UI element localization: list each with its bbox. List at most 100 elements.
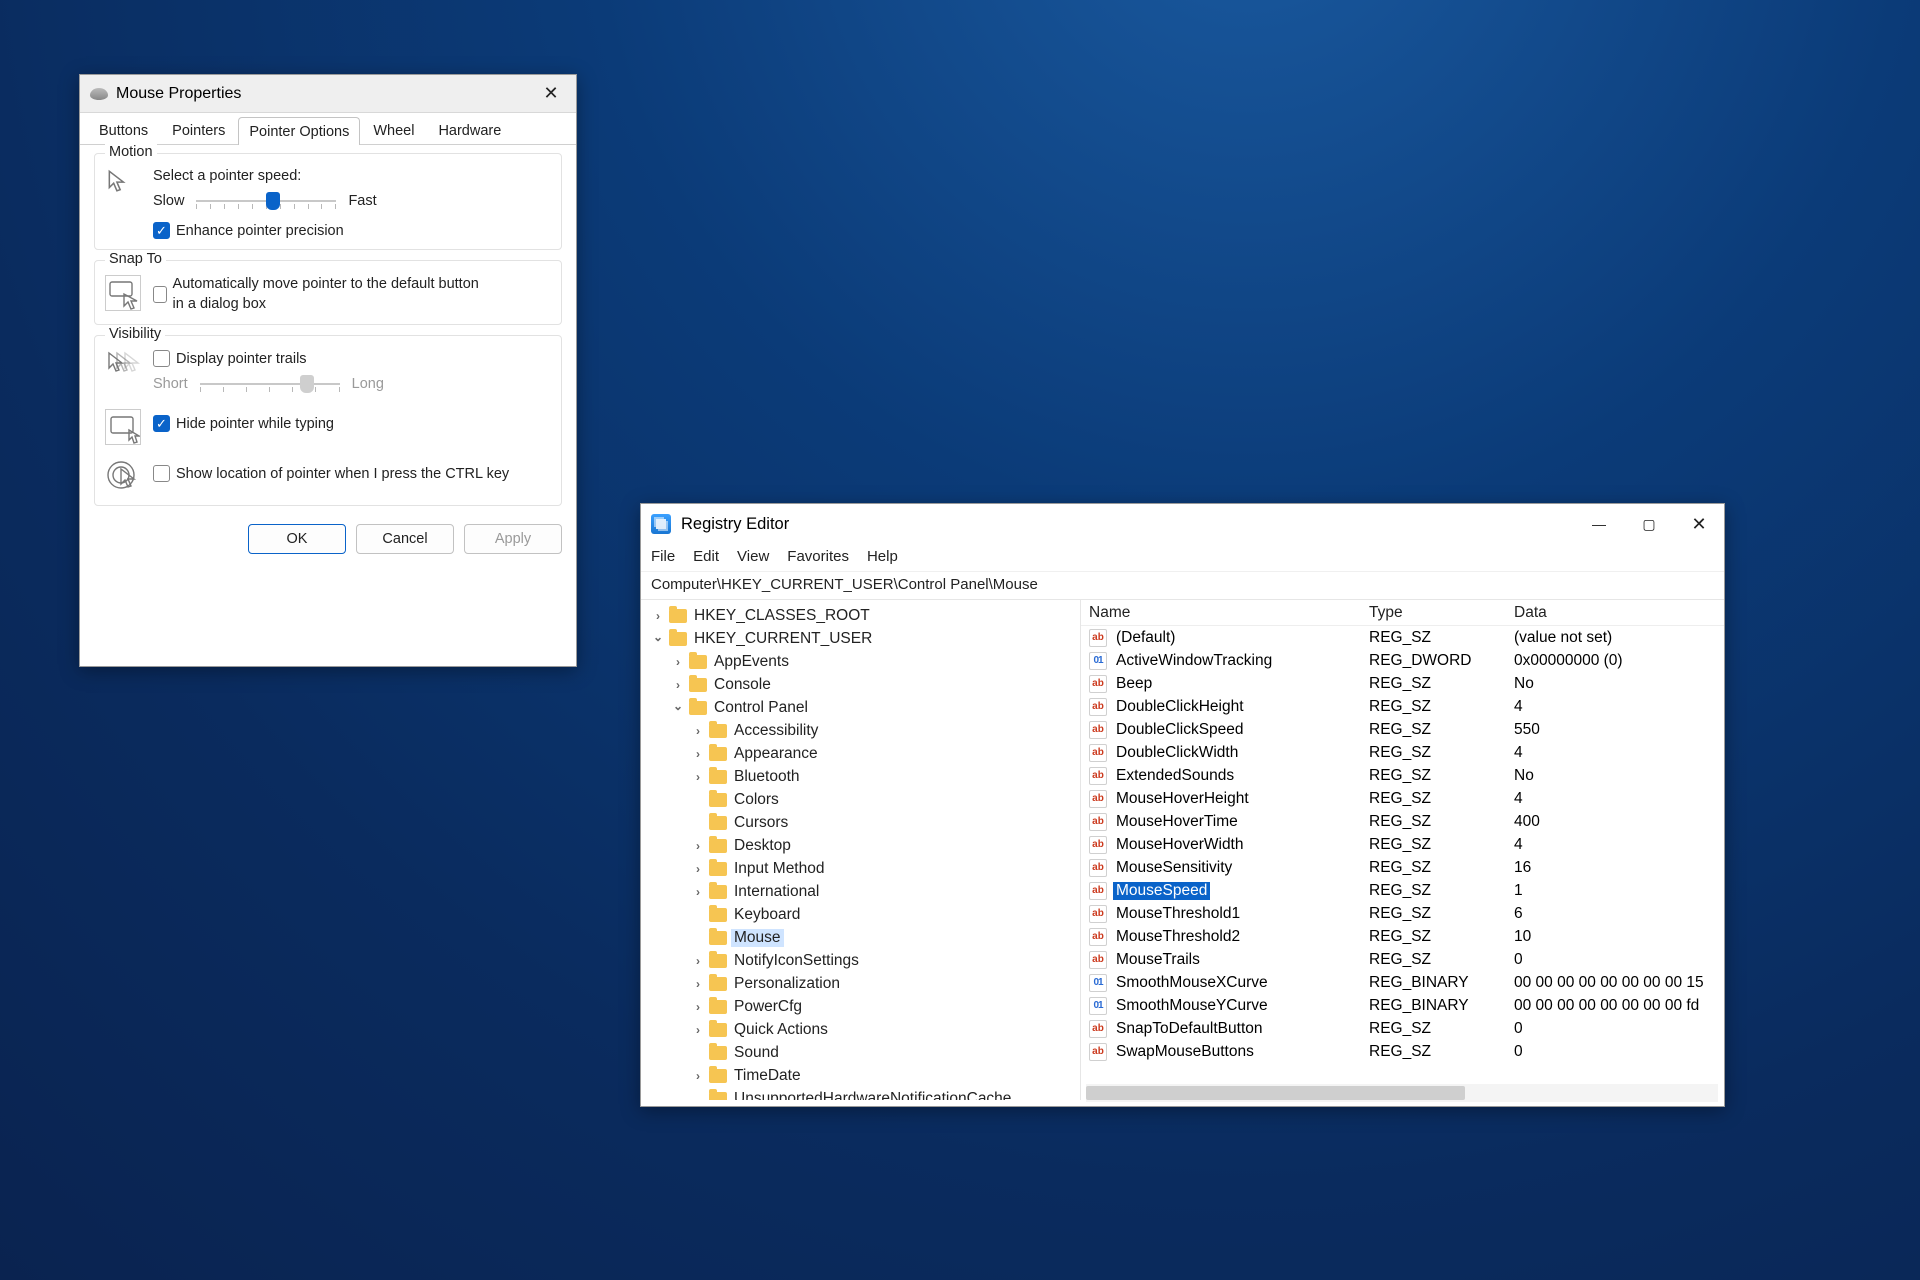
binary-value-icon — [1089, 652, 1107, 670]
enhance-precision-checkbox[interactable]: Enhance pointer precision — [153, 222, 551, 239]
snapto-icon — [105, 275, 141, 311]
tree-item[interactable]: Appearance — [691, 742, 1080, 765]
tree-item[interactable]: Cursors — [691, 811, 1080, 834]
chevron-right-icon[interactable] — [691, 839, 705, 853]
minimize-icon[interactable]: — — [1574, 505, 1624, 543]
maximize-icon[interactable]: ▢ — [1624, 505, 1674, 543]
tab-pointers[interactable]: Pointers — [161, 116, 236, 144]
col-type[interactable]: Type — [1369, 604, 1514, 622]
tree-item[interactable]: International — [691, 880, 1080, 903]
chevron-right-icon[interactable] — [691, 747, 705, 761]
value-row[interactable]: ExtendedSoundsREG_SZNo — [1081, 764, 1724, 787]
folder-icon — [689, 701, 707, 715]
value-row[interactable]: SmoothMouseYCurveREG_BINARY00 00 00 00 0… — [1081, 994, 1724, 1017]
value-row[interactable]: DoubleClickHeightREG_SZ4 — [1081, 695, 1724, 718]
col-data[interactable]: Data — [1514, 604, 1724, 622]
tree-item[interactable]: NotifyIconSettings — [691, 949, 1080, 972]
menu-view[interactable]: View — [737, 548, 769, 565]
value-row[interactable]: MouseHoverWidthREG_SZ4 — [1081, 833, 1724, 856]
menu-favorites[interactable]: Favorites — [787, 548, 849, 565]
tree-item[interactable]: Bluetooth — [691, 765, 1080, 788]
value-row[interactable]: MouseSpeedREG_SZ1 — [1081, 879, 1724, 902]
chevron-right-icon[interactable] — [691, 770, 705, 784]
value-name: MouseSpeed — [1113, 882, 1210, 900]
value-row[interactable]: DoubleClickSpeedREG_SZ550 — [1081, 718, 1724, 741]
chevron-right-icon[interactable] — [691, 885, 705, 899]
tree-item[interactable]: Console — [671, 673, 1080, 696]
registry-values[interactable]: Name Type Data (Default)REG_SZ(value not… — [1081, 600, 1724, 1100]
value-row[interactable]: (Default)REG_SZ(value not set) — [1081, 626, 1724, 649]
chevron-right-icon[interactable] — [691, 977, 705, 991]
values-header[interactable]: Name Type Data — [1081, 600, 1724, 626]
regedit-menubar: File Edit View Favorites Help — [641, 544, 1724, 572]
value-row[interactable]: SnapToDefaultButtonREG_SZ0 — [1081, 1017, 1724, 1040]
tab-wheel[interactable]: Wheel — [362, 116, 425, 144]
regedit-icon — [651, 514, 671, 534]
tree-item[interactable]: Desktop — [691, 834, 1080, 857]
tree-item[interactable]: UnsupportedHardwareNotificationCache — [691, 1087, 1080, 1100]
tree-item[interactable]: Colors — [691, 788, 1080, 811]
tree-item[interactable]: TimeDate — [691, 1064, 1080, 1087]
value-row[interactable]: MouseTrailsREG_SZ0 — [1081, 948, 1724, 971]
tree-item[interactable]: Personalization — [691, 972, 1080, 995]
tree-item[interactable]: Quick Actions — [691, 1018, 1080, 1041]
tree-item-label: TimeDate — [731, 1067, 804, 1085]
chevron-right-icon[interactable] — [671, 655, 685, 669]
chevron-right-icon[interactable] — [691, 724, 705, 738]
chevron-right-icon[interactable] — [691, 1069, 705, 1083]
snapto-auto-label: Automatically move pointer to the defaul… — [173, 275, 483, 314]
tree-item[interactable]: Keyboard — [691, 903, 1080, 926]
menu-help[interactable]: Help — [867, 548, 898, 565]
value-row[interactable]: MouseHoverHeightREG_SZ4 — [1081, 787, 1724, 810]
tree-item[interactable]: Sound — [691, 1041, 1080, 1064]
horizontal-scrollbar[interactable] — [1086, 1084, 1718, 1102]
value-data: 6 — [1514, 905, 1724, 923]
close-icon[interactable]: ✕ — [1674, 505, 1724, 543]
tab-hardware[interactable]: Hardware — [427, 116, 512, 144]
value-row[interactable]: DoubleClickWidthREG_SZ4 — [1081, 741, 1724, 764]
chevron-down-icon[interactable] — [651, 632, 665, 646]
tree-item[interactable]: Control Panel — [671, 696, 1080, 719]
value-row[interactable]: MouseSensitivityREG_SZ16 — [1081, 856, 1724, 879]
tree-item[interactable]: Mouse — [691, 926, 1080, 949]
ok-button[interactable]: OK — [248, 524, 346, 554]
value-row[interactable]: SwapMouseButtonsREG_SZ0 — [1081, 1040, 1724, 1063]
value-data: 400 — [1514, 813, 1724, 831]
chevron-right-icon[interactable] — [691, 1023, 705, 1037]
tree-item[interactable]: AppEvents — [671, 650, 1080, 673]
tab-pointer-options[interactable]: Pointer Options — [238, 117, 360, 145]
tree-item[interactable]: HKEY_CLASSES_ROOT — [651, 604, 1080, 627]
tree-item[interactable]: PowerCfg — [691, 995, 1080, 1018]
chevron-right-icon[interactable] — [651, 609, 665, 623]
mouse-titlebar[interactable]: Mouse Properties ✕ — [80, 75, 576, 113]
pointer-speed-slider[interactable] — [196, 190, 336, 212]
col-name[interactable]: Name — [1089, 604, 1369, 622]
value-row[interactable]: ActiveWindowTrackingREG_DWORD0x00000000 … — [1081, 649, 1724, 672]
value-row[interactable]: MouseThreshold1REG_SZ6 — [1081, 902, 1724, 925]
menu-edit[interactable]: Edit — [693, 548, 719, 565]
cancel-button[interactable]: Cancel — [356, 524, 454, 554]
snapto-auto-checkbox[interactable]: Automatically move pointer to the defaul… — [153, 275, 483, 314]
tab-buttons[interactable]: Buttons — [88, 116, 159, 144]
close-icon[interactable]: ✕ — [526, 75, 576, 113]
chevron-right-icon[interactable] — [691, 954, 705, 968]
chevron-right-icon[interactable] — [691, 862, 705, 876]
chevron-down-icon[interactable] — [671, 701, 685, 715]
value-row[interactable]: SmoothMouseXCurveREG_BINARY00 00 00 00 0… — [1081, 971, 1724, 994]
regedit-address[interactable]: Computer\HKEY_CURRENT_USER\Control Panel… — [641, 572, 1724, 600]
folder-icon — [689, 655, 707, 669]
display-trails-checkbox[interactable]: Display pointer trails — [153, 350, 551, 367]
hide-while-typing-checkbox[interactable]: Hide pointer while typing — [153, 415, 334, 432]
value-row[interactable]: BeepREG_SZNo — [1081, 672, 1724, 695]
tree-item[interactable]: HKEY_CURRENT_USER — [651, 627, 1080, 650]
chevron-right-icon[interactable] — [691, 1000, 705, 1014]
menu-file[interactable]: File — [651, 548, 675, 565]
regedit-titlebar[interactable]: Registry Editor — ▢ ✕ — [641, 504, 1724, 544]
chevron-right-icon[interactable] — [671, 678, 685, 692]
tree-item[interactable]: Input Method — [691, 857, 1080, 880]
value-row[interactable]: MouseThreshold2REG_SZ10 — [1081, 925, 1724, 948]
tree-item[interactable]: Accessibility — [691, 719, 1080, 742]
registry-tree[interactable]: HKEY_CLASSES_ROOTHKEY_CURRENT_USERAppEve… — [641, 600, 1081, 1100]
value-row[interactable]: MouseHoverTimeREG_SZ400 — [1081, 810, 1724, 833]
ctrl-locate-checkbox[interactable]: Show location of pointer when I press th… — [153, 465, 509, 482]
